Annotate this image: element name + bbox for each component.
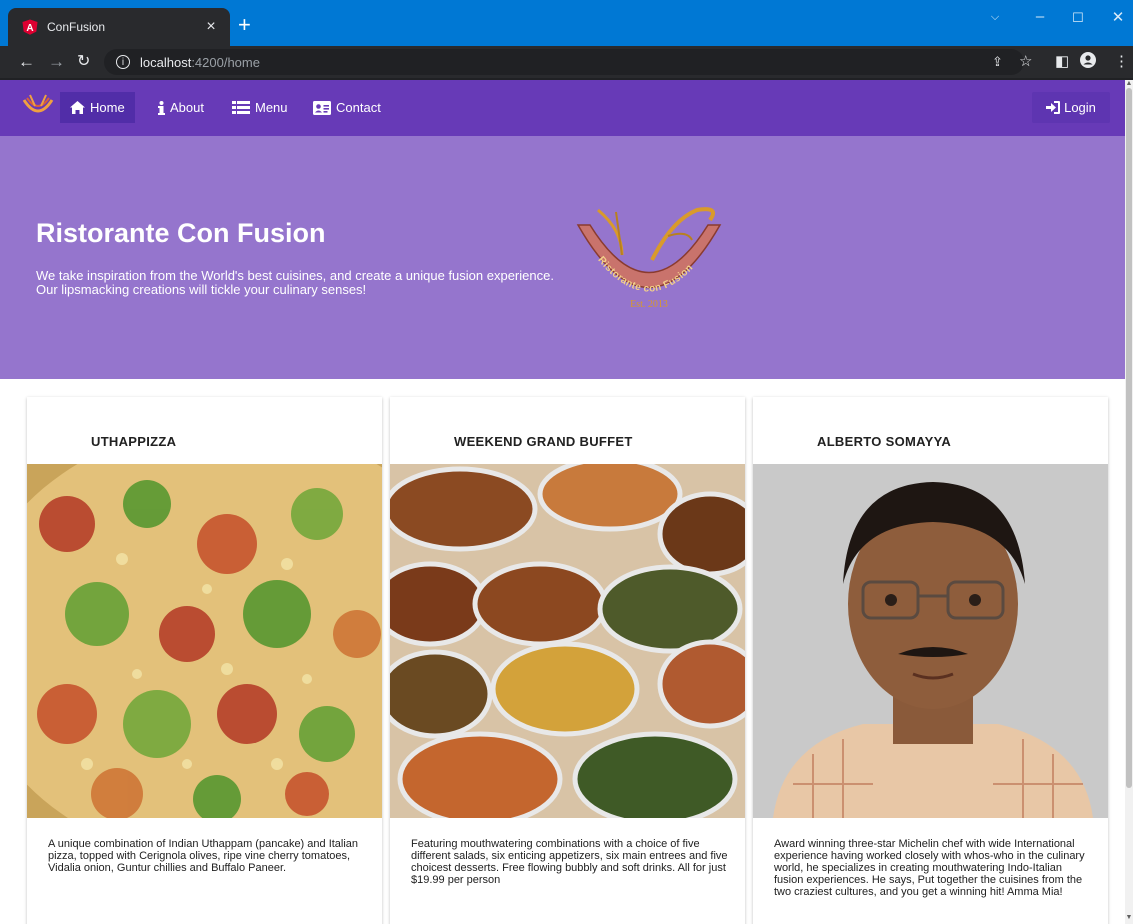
site-info-icon[interactable]: i (116, 55, 130, 69)
card-title: UTHAPPIZZA (91, 434, 177, 449)
card-description: Featuring mouthwatering combinations wit… (411, 838, 728, 886)
card-title: WEEKEND GRAND BUFFET (454, 434, 633, 449)
forward-icon[interactable]: → (48, 52, 65, 72)
restaurant-logo: Ristorante con Fusion Est. 2013 (576, 207, 722, 310)
card-leader: ALBERTO SOMAYYA Award winning three-star… (753, 397, 1108, 924)
tab-search-chevron-icon[interactable]: ⌵ (985, 11, 1005, 24)
card-promotion: WEEKEND GRAND BUFFET Featuring mouthwate… (390, 397, 745, 924)
share-icon[interactable]: ⇪ (992, 52, 1003, 72)
login-button[interactable]: Login (1032, 92, 1110, 123)
page-viewport: Home About Menu Contact Login Ristorante… (0, 80, 1125, 924)
card-dish: UTHAPPIZZA A unique combination of India… (27, 397, 382, 924)
reload-icon[interactable]: ↻ (77, 52, 90, 72)
nav-home[interactable]: Home (60, 92, 135, 123)
browser-tab[interactable]: A ConFusion × (8, 8, 230, 46)
card-description: A unique combination of Indian Uthappam … (48, 838, 359, 874)
browser-tab-strip: A ConFusion × + ⌵ – ☐ ✕ (0, 0, 1133, 46)
close-tab-icon[interactable]: × (202, 18, 220, 36)
close-window-icon[interactable]: ✕ (1108, 8, 1128, 26)
nav-about[interactable]: About (148, 92, 214, 123)
maximize-icon[interactable]: ☐ (1068, 10, 1088, 26)
hero-jumbotron: Ristorante Con Fusion We take inspiratio… (0, 136, 1125, 379)
new-tab-icon[interactable]: + (238, 14, 251, 36)
scroll-up-arrow-icon[interactable]: ▲ (1125, 80, 1133, 87)
svg-text:Est. 2013: Est. 2013 (630, 299, 668, 310)
tab-title: ConFusion (47, 20, 106, 34)
brand-logo-icon[interactable] (22, 92, 54, 122)
page-scrollbar[interactable]: ▲ ▼ (1125, 80, 1133, 924)
nav-home-label: Home (90, 100, 125, 115)
back-icon[interactable]: ← (18, 52, 35, 72)
browser-menu-icon[interactable]: ⋮ (1114, 52, 1129, 72)
nav-about-label: About (170, 100, 204, 115)
list-icon (232, 101, 250, 114)
angular-favicon-icon: A (22, 19, 38, 35)
address-card-icon (313, 100, 331, 115)
url-path: :4200/home (191, 54, 260, 70)
card-description: Award winning three-star Michelin chef w… (774, 838, 1085, 898)
profile-icon[interactable] (1080, 52, 1096, 74)
info-icon (158, 100, 165, 115)
hero-title: Ristorante Con Fusion (36, 218, 326, 248)
scroll-down-arrow-icon[interactable]: ▼ (1125, 914, 1133, 921)
address-bar[interactable]: i localhost:4200/home (104, 49, 1024, 75)
home-icon (70, 101, 85, 114)
dish-image (27, 464, 382, 818)
promotion-image (390, 464, 745, 818)
minimize-icon[interactable]: – (1030, 8, 1050, 25)
svg-text:A: A (26, 23, 33, 34)
card-title: ALBERTO SOMAYYA (817, 434, 952, 449)
nav-menu-label: Menu (255, 100, 288, 115)
browser-toolbar: ← → ↻ i localhost:4200/home ⇪ ☆ ◧ ⋮ (0, 46, 1133, 78)
nav-menu[interactable]: Menu (222, 92, 298, 123)
nav-contact[interactable]: Contact (303, 92, 391, 123)
scroll-thumb[interactable] (1126, 88, 1132, 788)
url-host: localhost (140, 54, 192, 70)
sign-in-icon (1046, 101, 1061, 114)
featured-cards: UTHAPPIZZA A unique combination of India… (0, 379, 1125, 924)
leader-photo (753, 464, 1108, 818)
login-label: Login (1064, 100, 1096, 115)
bookmark-star-icon[interactable]: ☆ (1019, 52, 1032, 72)
hero-description: We take inspiration from the World's bes… (36, 268, 554, 297)
side-panel-icon[interactable]: ◧ (1055, 52, 1069, 72)
app-navbar: Home About Menu Contact Login (0, 80, 1125, 136)
nav-contact-label: Contact (336, 100, 381, 115)
